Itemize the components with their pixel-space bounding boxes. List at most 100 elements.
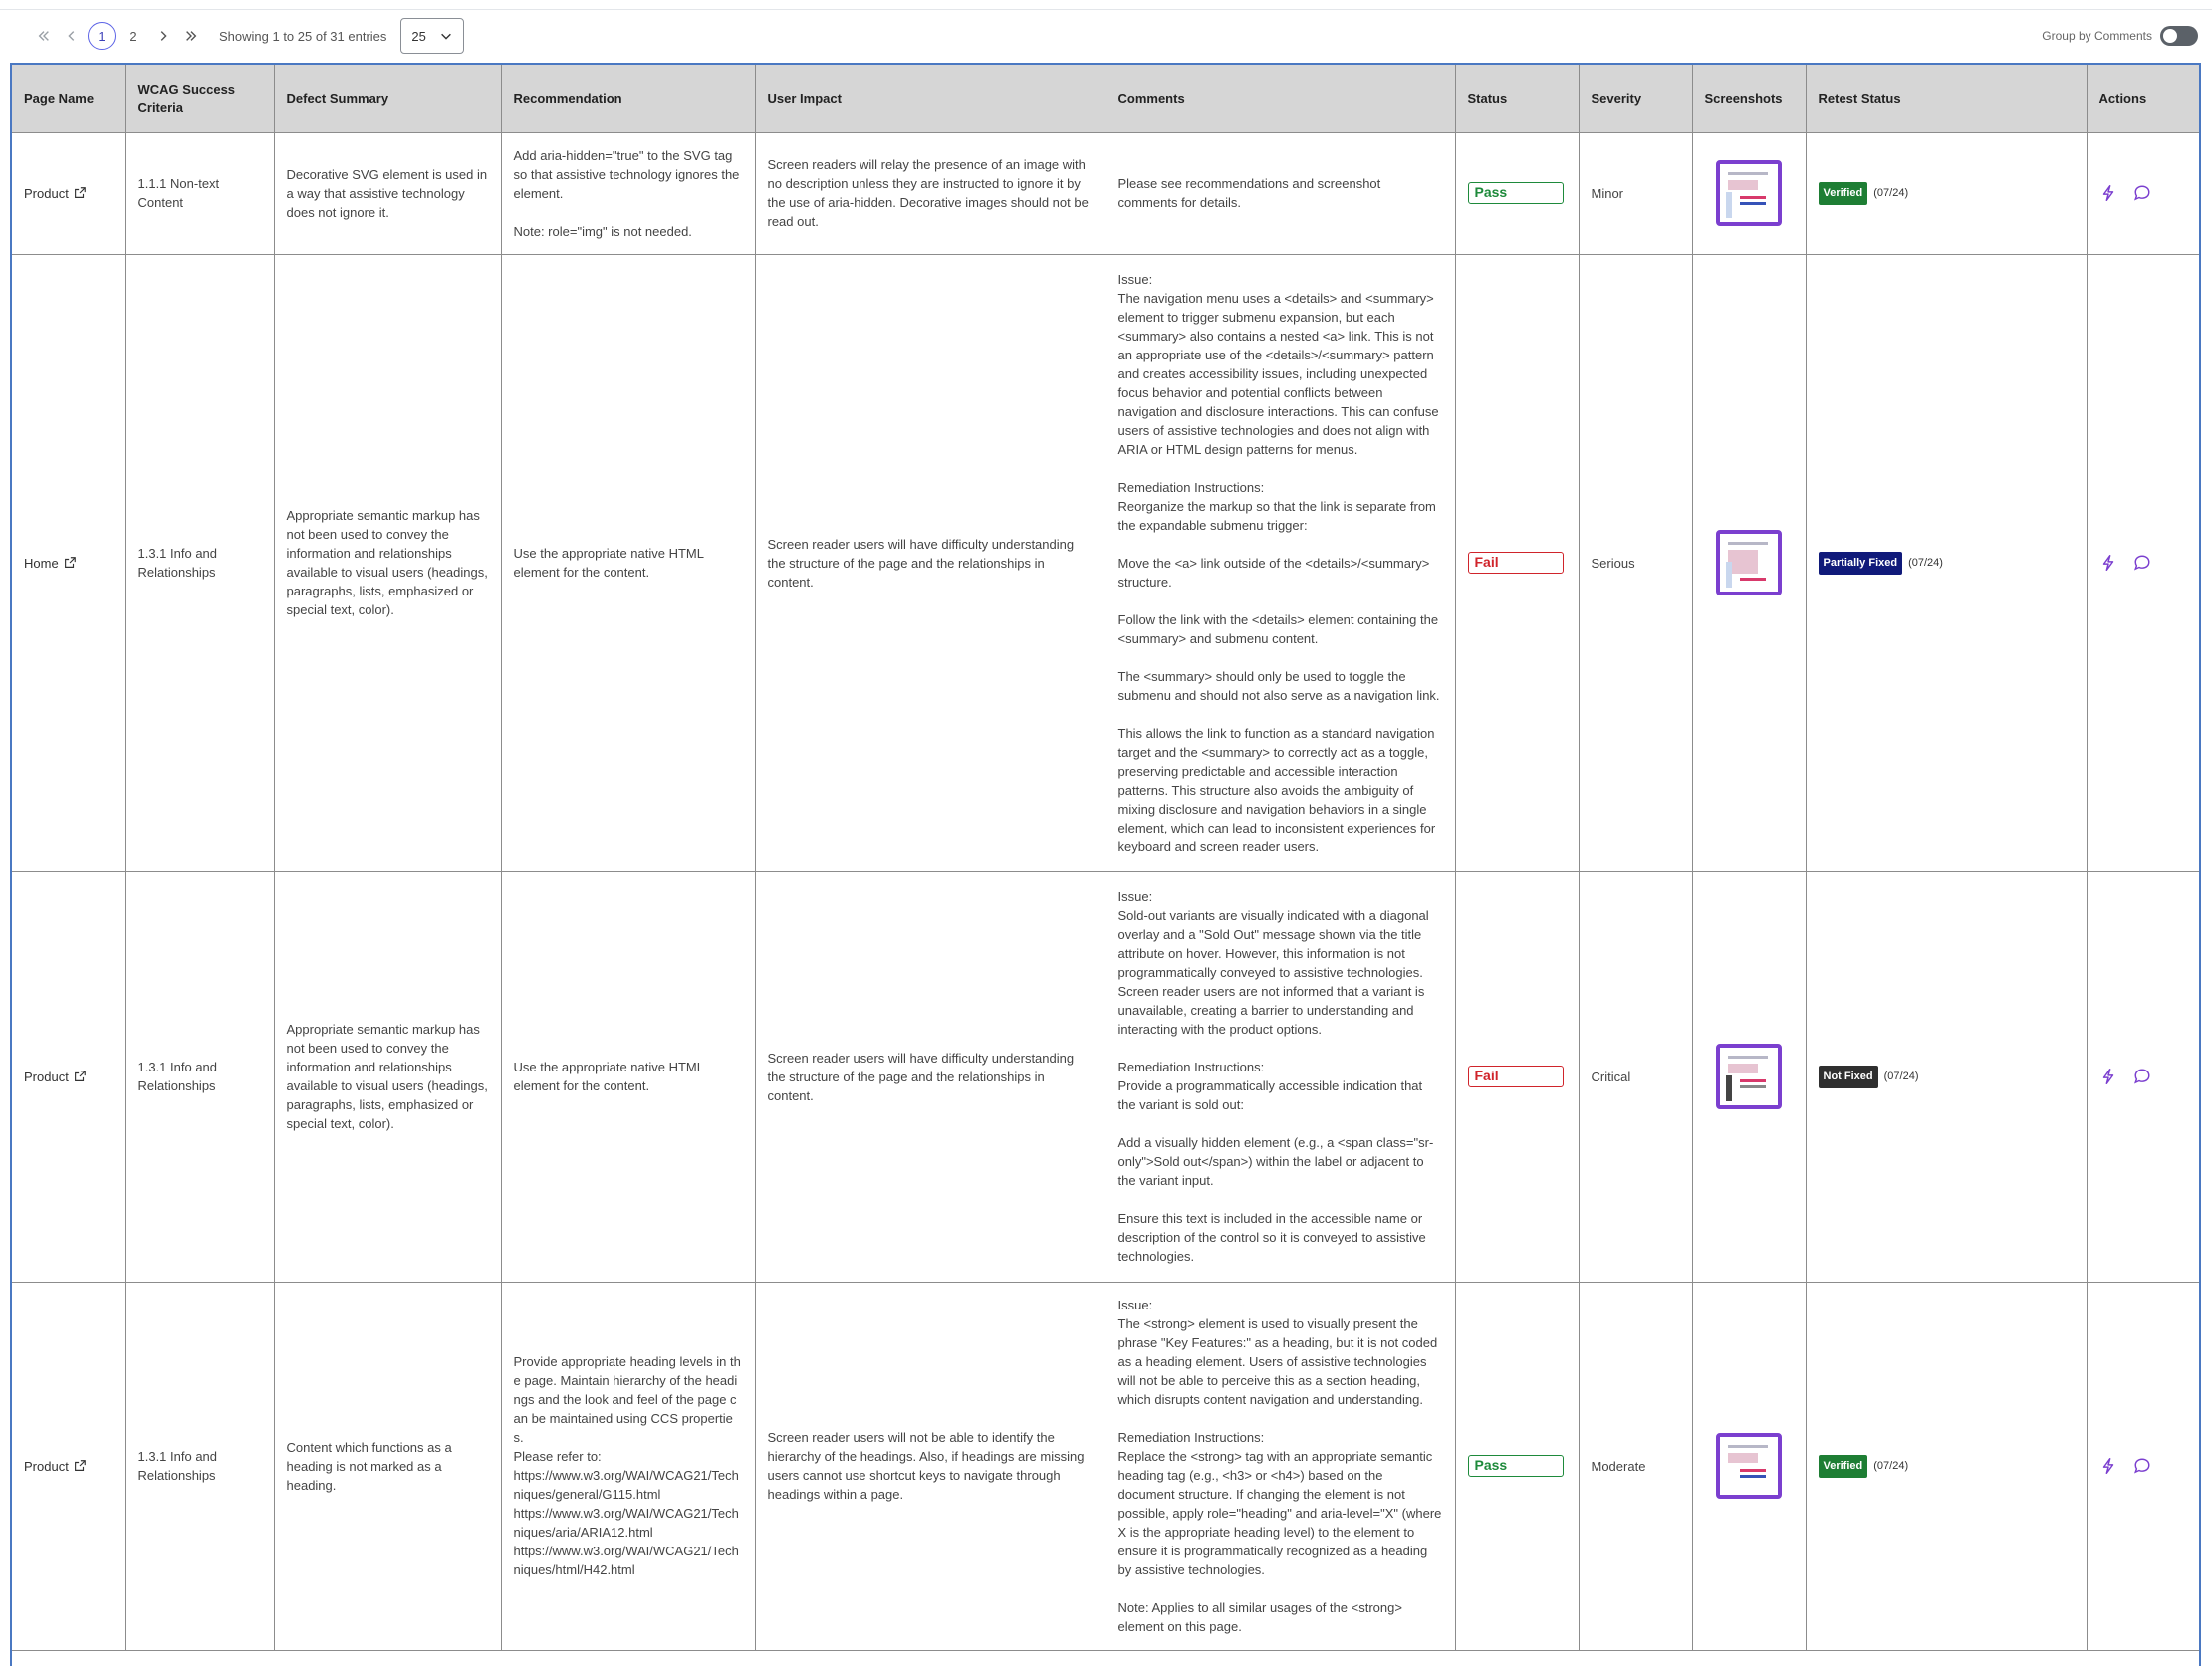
table-row: Home 1.3.1 Info and Relationships Approp… <box>12 254 2199 872</box>
row-actions <box>2099 184 2188 202</box>
impact-cell: Screen reader users will have difficulty… <box>755 871 1106 1283</box>
comment-icon[interactable] <box>2133 184 2151 202</box>
retest-date: (07/24) <box>1873 1459 1909 1472</box>
defect-cell: Appropriate semantic markup has not been… <box>274 254 502 872</box>
retest-date: (07/24) <box>1873 186 1909 199</box>
page-link[interactable]: Product <box>24 184 87 203</box>
comments-cell: Issue: The <strong> element is used to v… <box>1106 1282 1456 1651</box>
screenshot-thumbnail[interactable] <box>1716 1044 1782 1109</box>
comment-icon[interactable] <box>2133 1457 2151 1475</box>
col-screenshots[interactable]: Screenshots <box>1692 65 1807 133</box>
double-chevron-left-icon <box>38 31 49 41</box>
first-page-button[interactable] <box>30 22 58 50</box>
table-toolbar: 1 2 Showing 1 to 25 of 31 entries 25 Gro… <box>0 10 2212 62</box>
col-user-impact[interactable]: User Impact <box>755 65 1106 133</box>
comment-icon[interactable] <box>2133 554 2151 572</box>
page-size-value: 25 <box>411 28 426 44</box>
table-header-row: Page Name WCAG Success Criteria Defect S… <box>12 65 2199 133</box>
table-row: Product 1.3.1 Info and Relationships Con… <box>12 1282 2199 1651</box>
retest-status: Verified (07/24) <box>1818 1454 2075 1478</box>
retest-badge: Not Fixed <box>1818 1065 1878 1088</box>
severity-cell: Moderate <box>1579 1282 1693 1651</box>
col-wcag[interactable]: WCAG Success Criteria <box>125 65 275 133</box>
retest-badge: Verified <box>1818 1454 1868 1478</box>
wcag-cell: 1.3.1 Info and Relationships <box>125 871 275 1283</box>
status-badge: Fail <box>1467 552 1564 574</box>
prev-page-button[interactable] <box>58 22 86 50</box>
page-2-button[interactable]: 2 <box>120 22 147 50</box>
comments-cell: Please see recommendations and screensho… <box>1106 132 1456 255</box>
comment-icon[interactable] <box>2133 1068 2151 1085</box>
pagination: 1 2 <box>30 22 205 50</box>
page-size-select[interactable]: 25 <box>400 18 465 54</box>
col-page-name[interactable]: Page Name <box>12 65 126 133</box>
page-name: Product <box>24 1458 69 1474</box>
defect-cell: Decorative SVG element is used in a way … <box>274 132 502 255</box>
impact-cell: Screen reader users will have difficulty… <box>755 254 1106 872</box>
page-link[interactable]: Product <box>24 1457 87 1476</box>
defect-cell: Appropriate semantic markup has not been… <box>274 871 502 1283</box>
external-link-icon <box>64 557 76 568</box>
external-link-icon <box>74 1460 86 1471</box>
page-name: Product <box>24 1069 69 1084</box>
retest-badge: Verified <box>1818 181 1868 205</box>
lightning-icon[interactable] <box>2099 1457 2117 1475</box>
top-divider <box>0 0 2212 10</box>
row-actions <box>2099 1068 2188 1085</box>
table-row: Product 1.3.1 Info and Relationships App… <box>12 871 2199 1283</box>
comments-cell: Issue: Sold-out variants are visually in… <box>1106 871 1456 1283</box>
col-comments[interactable]: Comments <box>1106 65 1456 133</box>
chevron-left-icon <box>68 31 75 41</box>
recommendation-cell: Provide appropriate heading levels in th… <box>501 1282 756 1651</box>
recommendation-cell: Use the appropriate native HTML element … <box>501 871 756 1283</box>
severity-cell: Critical <box>1579 871 1693 1283</box>
recommendation-cell: Add aria-hidden="true" to the SVG tag so… <box>501 132 756 255</box>
col-recommendation[interactable]: Recommendation <box>501 65 756 133</box>
wcag-cell: 1.3.1 Info and Relationships <box>125 254 275 872</box>
status-badge: Pass <box>1467 182 1564 204</box>
retest-status: Partially Fixed (07/24) <box>1818 551 2075 575</box>
status-badge: Pass <box>1467 1455 1564 1477</box>
page-link[interactable]: Product <box>24 1068 87 1086</box>
retest-date: (07/24) <box>1883 1070 1919 1082</box>
group-by-label: Group by Comments <box>2042 29 2152 43</box>
retest-status: Verified (07/24) <box>1818 181 2075 205</box>
lightning-icon[interactable] <box>2099 184 2117 202</box>
double-chevron-right-icon <box>186 31 197 41</box>
col-retest-status[interactable]: Retest Status <box>1806 65 2088 133</box>
defect-cell: Content which functions as a heading is … <box>274 1282 502 1651</box>
last-page-button[interactable] <box>177 22 205 50</box>
table-row: Product 1.1.1 Non-text Content Decorativ… <box>12 132 2199 255</box>
screenshot-thumbnail[interactable] <box>1716 1433 1782 1499</box>
defects-table-container: Page Name WCAG Success Criteria Defect S… <box>10 63 2201 1666</box>
page-name: Home <box>24 555 59 571</box>
status-badge: Fail <box>1467 1066 1564 1087</box>
external-link-icon <box>74 187 86 198</box>
defects-table: Page Name WCAG Success Criteria Defect S… <box>12 65 2199 1651</box>
wcag-cell: 1.1.1 Non-text Content <box>125 132 275 255</box>
col-defect-summary[interactable]: Defect Summary <box>274 65 502 133</box>
col-actions: Actions <box>2087 65 2199 133</box>
severity-cell: Minor <box>1579 132 1693 255</box>
next-page-button[interactable] <box>149 22 177 50</box>
row-actions <box>2099 554 2188 572</box>
chevron-down-icon <box>441 33 452 40</box>
page-name: Product <box>24 185 69 201</box>
page-1-button[interactable]: 1 <box>88 22 116 50</box>
screenshot-thumbnail[interactable] <box>1716 160 1782 226</box>
severity-cell: Serious <box>1579 254 1693 872</box>
group-by-toggle[interactable] <box>2160 26 2198 46</box>
screenshot-thumbnail[interactable] <box>1716 530 1782 595</box>
col-status[interactable]: Status <box>1455 65 1580 133</box>
retest-date: (07/24) <box>1908 556 1943 569</box>
lightning-icon[interactable] <box>2099 1068 2117 1085</box>
impact-cell: Screen readers will relay the presence o… <box>755 132 1106 255</box>
comments-cell: Issue: The navigation menu uses a <detai… <box>1106 254 1456 872</box>
impact-cell: Screen reader users will not be able to … <box>755 1282 1106 1651</box>
lightning-icon[interactable] <box>2099 554 2117 572</box>
wcag-cell: 1.3.1 Info and Relationships <box>125 1282 275 1651</box>
retest-badge: Partially Fixed <box>1818 551 1903 575</box>
col-severity[interactable]: Severity <box>1579 65 1693 133</box>
external-link-icon <box>74 1071 86 1081</box>
page-link[interactable]: Home <box>24 554 77 573</box>
